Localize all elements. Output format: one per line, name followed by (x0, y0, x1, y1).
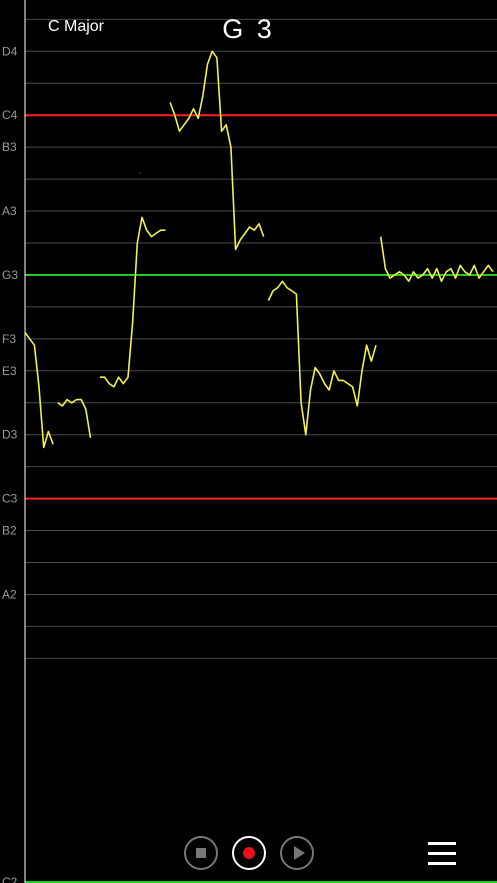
note-label: G3 (2, 268, 18, 282)
menu-bar-3 (428, 862, 456, 865)
pitch-graph: A4G4F4E4D4C4B3A3G3F3E3D3C3B2A2C2 (0, 0, 497, 883)
note-label: C4 (2, 108, 18, 122)
current-note-display: G 3 (222, 14, 275, 44)
record-button[interactable] (232, 836, 266, 870)
play-button[interactable] (280, 836, 314, 870)
menu-bar-2 (428, 852, 456, 855)
note-label: F3 (2, 332, 16, 346)
menu-button[interactable] (428, 842, 456, 866)
stray-dot (139, 172, 141, 174)
note-label: A3 (2, 204, 17, 218)
note-label: A2 (2, 587, 17, 601)
note-label: E3 (2, 364, 17, 378)
transport-controls (0, 836, 497, 872)
graph-background (0, 0, 497, 883)
stop-button[interactable] (184, 836, 218, 870)
note-label: C2 (2, 875, 18, 883)
note-label: B3 (2, 140, 17, 154)
note-label: D3 (2, 428, 18, 442)
note-label: D4 (2, 44, 18, 58)
menu-bar-1 (428, 842, 456, 845)
note-label: B2 (2, 524, 17, 538)
note-label: C3 (2, 492, 18, 506)
